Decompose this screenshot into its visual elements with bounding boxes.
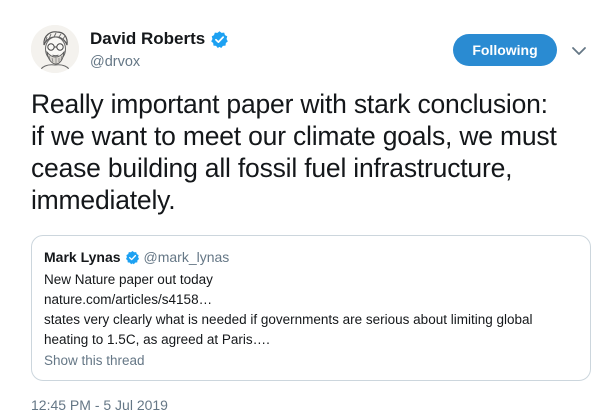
author-name-text[interactable]: David Roberts <box>90 29 205 49</box>
author-handle[interactable]: @drvox <box>90 54 140 70</box>
quoted-tweet-header: Mark Lynas @mark_lynas <box>44 249 229 265</box>
avatar[interactable] <box>31 25 79 73</box>
quoted-tweet-line: New Nature paper out today <box>44 272 213 287</box>
quoted-author-name: Mark Lynas <box>44 249 121 265</box>
chevron-down-icon[interactable] <box>569 41 589 61</box>
quoted-tweet-link: nature.com/articles/s4158… <box>44 292 213 307</box>
verified-badge-icon <box>211 30 229 48</box>
tweet-card: David Roberts @drvox Following Really im… <box>0 0 597 418</box>
quoted-author-handle: @mark_lynas <box>143 249 230 265</box>
quoted-tweet-line: heating to 1.5C, as agreed at Paris…. <box>44 332 270 347</box>
tweet-timestamp[interactable]: 12:45 PM - 5 Jul 2019 <box>31 397 168 413</box>
following-button[interactable]: Following <box>453 34 557 66</box>
author-name[interactable]: David Roberts <box>90 29 229 49</box>
avatar-sketch-portrait <box>31 25 79 73</box>
tweet-text: Really important paper with stark conclu… <box>31 89 557 215</box>
quoted-tweet-line: states very clearly what is needed if go… <box>44 312 533 327</box>
verified-badge-icon <box>125 250 139 264</box>
quoted-tweet-card[interactable]: Mark Lynas @mark_lynas New Nature paper … <box>31 235 591 381</box>
show-this-thread-link[interactable]: Show this thread <box>44 353 145 368</box>
